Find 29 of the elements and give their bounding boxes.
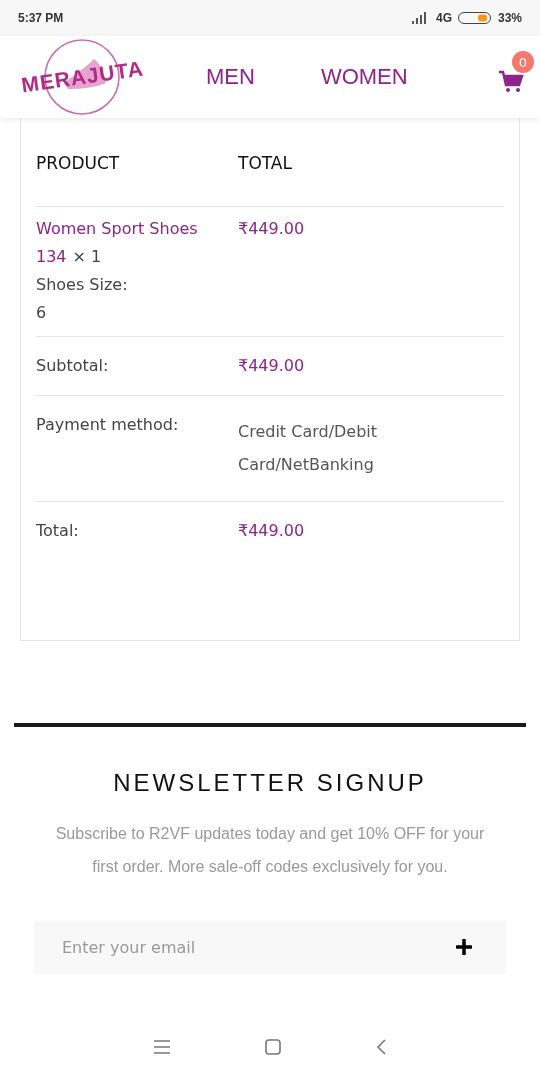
- plus-icon[interactable]: [456, 939, 472, 955]
- product-price: ₹449.00: [238, 219, 306, 240]
- product-variant: 134: [36, 247, 67, 266]
- product-quantity: × 1: [72, 247, 102, 266]
- summary-label: Payment method:: [36, 415, 180, 434]
- meta-label: Shoes Size:: [36, 275, 129, 294]
- summary-value: ₹449.00: [238, 521, 306, 540]
- home-icon[interactable]: [265, 1039, 281, 1055]
- nav-link[interactable]: WOMEN: [320, 64, 408, 90]
- product-link[interactable]: Women Sport Shoes: [36, 219, 238, 238]
- cart-count-badge: 0: [512, 51, 534, 73]
- summary-label: Subtotal:: [36, 356, 110, 375]
- newsletter-text: Subscribe to R2VF updates today and get 10% OFF for your first order. More sale-off codes exclusively for you.: [54, 824, 486, 877]
- battery-icon: [457, 12, 492, 24]
- column-header: PRODUCT: [36, 153, 121, 173]
- back-icon[interactable]: [376, 1039, 386, 1055]
- column-header: TOTAL: [238, 153, 293, 173]
- battery-level: 33%: [497, 11, 522, 25]
- summary-value: Credit Card/Debit Card/NetBanking: [238, 421, 379, 476]
- menu-icon[interactable]: [154, 1040, 170, 1054]
- summary-label: Total:: [36, 521, 80, 540]
- email-field[interactable]: Enter your email: [34, 921, 506, 974]
- nav-link[interactable]: MEN: [206, 64, 255, 90]
- section-title: NEWSLETTER SIGNUP: [113, 769, 427, 797]
- summary-value: ₹449.00: [238, 356, 306, 375]
- cart-icon[interactable]: [498, 69, 524, 93]
- network-type: 4G: [435, 11, 452, 25]
- status-time: 5:37 PM: [18, 11, 64, 25]
- meta-value: 6: [36, 303, 48, 322]
